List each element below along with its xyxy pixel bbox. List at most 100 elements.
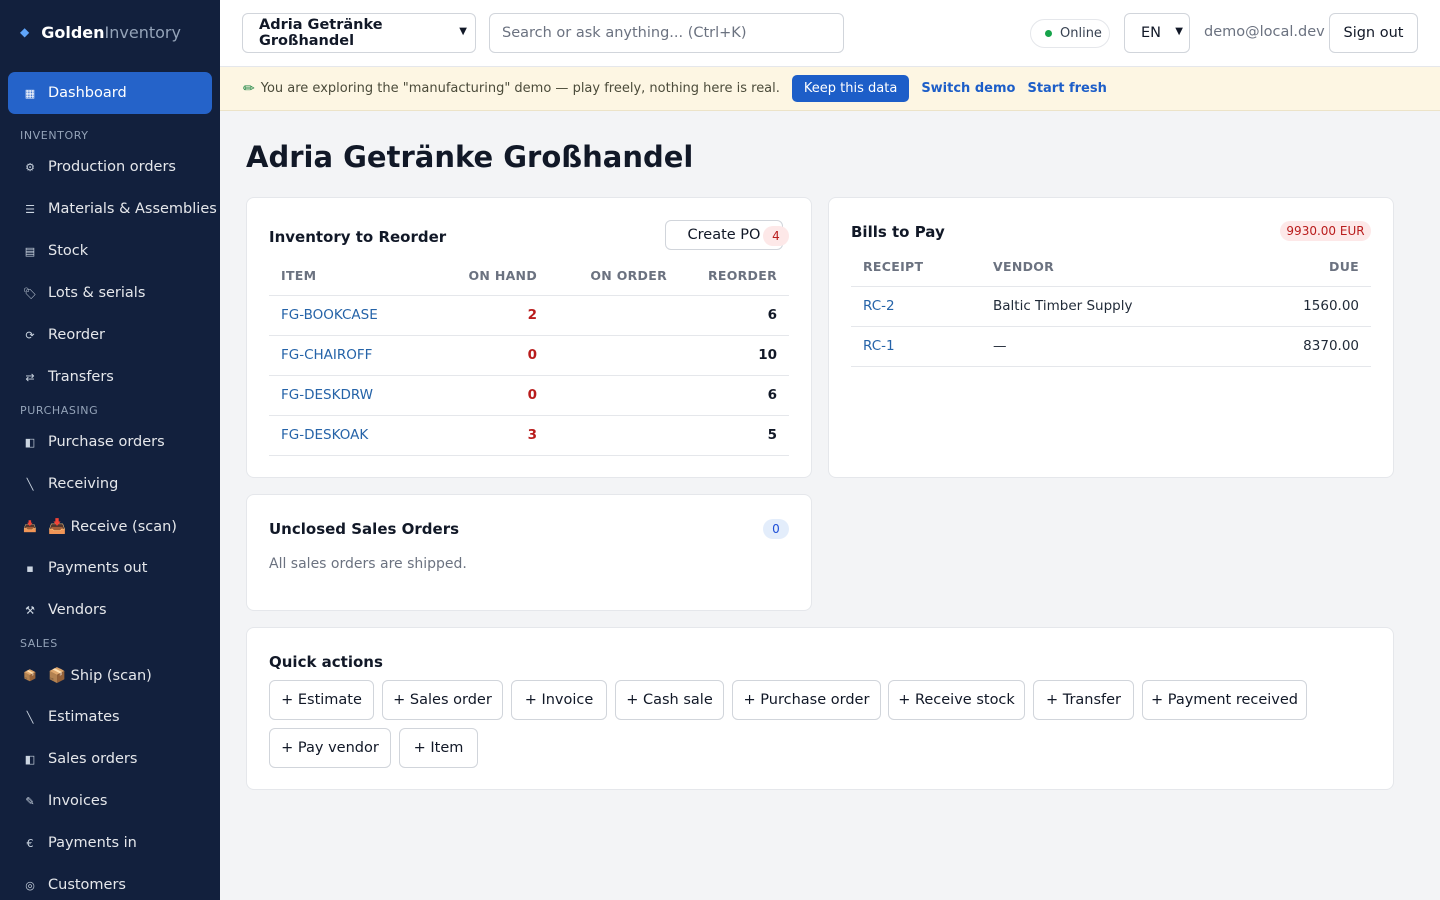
receipt-link[interactable]: RC-1 [851, 326, 981, 367]
quick-estimate-button[interactable]: + Estimate [269, 680, 374, 720]
column-header-on-hand[interactable]: ON HAND [419, 257, 549, 296]
quick-payment-received-button[interactable]: + Payment received [1142, 680, 1307, 720]
table-row: FG-DESKDRW 0 6 [269, 375, 789, 416]
euro-icon: € [26, 836, 34, 850]
user-icon: ◎ [25, 878, 35, 892]
reorder-count-badge: 4 [763, 226, 789, 246]
list-icon: ☰ [25, 202, 35, 216]
switch-demo-link[interactable]: Switch demo [921, 81, 1015, 96]
sidebar-item-label: Production orders [48, 159, 176, 175]
sidebar-item-label: 📥 Receive (scan) [48, 518, 177, 535]
quick-invoice-button[interactable]: + Invoice [511, 680, 607, 720]
sidebar-item-label: Materials & Assemblies [48, 201, 217, 217]
sidebar-item-label: Lots & serials [48, 285, 146, 301]
table-row: RC-1 — 8370.00 [851, 326, 1371, 367]
quick-transfer-button[interactable]: + Transfer [1033, 680, 1134, 720]
quick-sales-order-button[interactable]: + Sales order [382, 680, 503, 720]
sidebar-item-production-orders[interactable]: ⚙ Production orders [0, 146, 220, 188]
sidebar-item-payments-in[interactable]: € Payments in [0, 822, 220, 864]
sidebar-item-label: Dashboard [48, 85, 127, 101]
swap-icon: ⇄ [25, 370, 35, 384]
stack-icon: ▤ [24, 244, 36, 258]
brand[interactable]: ◆ Golden Inventory [0, 0, 220, 64]
top-bar: Adria Getränke Großhandel ▼ Search or as… [220, 0, 1440, 67]
sidebar-item-transfers[interactable]: ⇄ Transfers [0, 356, 220, 398]
sidebar-item-label: 📦 Ship (scan) [48, 667, 152, 684]
grid-icon: ▦ [24, 86, 36, 100]
quick-purchase-order-button[interactable]: + Purchase order [732, 680, 881, 720]
sidebar-section-purchasing: PURCHASING [20, 403, 99, 417]
column-header-receipt[interactable]: RECEIPT [851, 248, 981, 287]
column-header-vendor[interactable]: VENDOR [981, 248, 1231, 287]
unclosed-count-badge: 0 [763, 519, 789, 539]
sidebar-item-receiving[interactable]: ╲ Receiving [0, 463, 220, 505]
search-placeholder: Search or ask anything... (Ctrl+K) [502, 25, 747, 41]
column-header-on-order[interactable]: ON ORDER [549, 257, 679, 296]
item-link[interactable]: FG-DESKDRW [269, 375, 419, 416]
search-input[interactable]: Search or ask anything... (Ctrl+K) [489, 13, 844, 53]
sidebar-item-label: Payments in [48, 835, 137, 851]
brand-name-light: Inventory [104, 22, 181, 42]
column-header-reorder[interactable]: REORDER [679, 257, 789, 296]
sidebar-item-label: Invoices [48, 793, 108, 809]
column-header-due[interactable]: DUE [1231, 248, 1371, 287]
on-hand-value: 3 [419, 415, 549, 456]
sidebar-item-customers[interactable]: ◎ Customers [0, 864, 220, 900]
sidebar-item-label: Payments out [48, 560, 148, 576]
sign-out-button[interactable]: Sign out [1329, 13, 1418, 53]
pen-icon: ╲ [26, 477, 34, 491]
sidebar-item-dashboard[interactable]: ▦ Dashboard [8, 72, 212, 114]
table-row: FG-DESKOAK 3 5 [269, 415, 789, 456]
language-select[interactable]: EN ▼ [1124, 13, 1190, 53]
banner-message: You are exploring the "manufacturing" de… [260, 81, 780, 96]
sidebar-item-purchase-orders[interactable]: ◧ Purchase orders [0, 421, 220, 463]
quick-item-button[interactable]: + Item [399, 728, 478, 768]
unclosed-title: Unclosed Sales Orders [269, 520, 460, 538]
keep-data-button[interactable]: Keep this data [791, 75, 910, 102]
status-dot-icon [1045, 30, 1052, 37]
user-email: demo@local.dev [1204, 24, 1325, 40]
sidebar-item-label: Receiving [48, 476, 119, 492]
quick-cash-sale-button[interactable]: + Cash sale [615, 680, 724, 720]
quick-actions-card: Quick actions + Estimate + Sales order +… [246, 627, 1394, 790]
table-row: FG-CHAIROFF 0 10 [269, 335, 789, 376]
sidebar-section-inventory: INVENTORY [20, 128, 89, 142]
item-link[interactable]: FG-DESKOAK [269, 415, 419, 456]
unclosed-message: All sales orders are shipped. [269, 556, 467, 572]
gear-icon: ⚙ [25, 160, 35, 174]
item-link[interactable]: FG-CHAIROFF [269, 335, 419, 376]
sidebar-item-receive-scan[interactable]: 📥 📥 Receive (scan) [0, 505, 220, 547]
sidebar-item-payments-out[interactable]: ▪ Payments out [0, 547, 220, 589]
sidebar-item-vendors[interactable]: ⚒ Vendors [0, 589, 220, 631]
column-header-item[interactable]: ITEM [269, 257, 419, 296]
reorder-title: Inventory to Reorder [269, 228, 447, 246]
table-row: RC-2 Baltic Timber Supply 1560.00 [851, 286, 1371, 327]
inbox-icon: 📥 [23, 519, 37, 533]
quick-actions-title: Quick actions [269, 653, 383, 671]
reorder-table: ITEM ON HAND ON ORDER REORDER FG-BOOKCAS… [269, 257, 789, 456]
bills-table: RECEIPT VENDOR DUE RC-2 Baltic Timber Su… [851, 248, 1371, 367]
sidebar-item-stock[interactable]: ▤ Stock [0, 230, 220, 272]
sidebar-item-sales-orders[interactable]: ◧ Sales orders [0, 738, 220, 780]
status-text: Online [1060, 26, 1102, 41]
unclosed-sales-card: Unclosed Sales Orders 0 All sales orders… [246, 494, 812, 611]
sidebar-item-reorder[interactable]: ⟳ Reorder [0, 314, 220, 356]
sidebar-item-ship-scan[interactable]: 📦 📦 Ship (scan) [0, 654, 220, 696]
quick-receive-stock-button[interactable]: + Receive stock [888, 680, 1025, 720]
quick-pay-vendor-button[interactable]: + Pay vendor [269, 728, 391, 768]
sidebar-item-materials[interactable]: ☰ Materials & Assemblies [0, 188, 220, 230]
receipt-link[interactable]: RC-2 [851, 286, 981, 327]
table-row: FG-BOOKCASE 2 6 [269, 295, 789, 336]
sidebar-section-sales: SALES [20, 636, 58, 650]
demo-banner: ✏ You are exploring the "manufacturing" … [220, 67, 1440, 111]
start-fresh-link[interactable]: Start fresh [1027, 81, 1106, 96]
pen-icon: ╲ [26, 710, 34, 724]
chevron-down-icon: ▼ [1175, 26, 1183, 37]
on-order-value [549, 415, 679, 456]
item-link[interactable]: FG-BOOKCASE [269, 295, 419, 336]
sidebar-item-lots-serials[interactable]: 🏷 Lots & serials [0, 272, 220, 314]
sidebar-item-estimates[interactable]: ╲ Estimates [0, 696, 220, 738]
sidebar-item-invoices[interactable]: ✎ Invoices [0, 780, 220, 822]
reorder-value: 5 [679, 415, 789, 456]
company-select[interactable]: Adria Getränke Großhandel ▼ [242, 13, 476, 53]
